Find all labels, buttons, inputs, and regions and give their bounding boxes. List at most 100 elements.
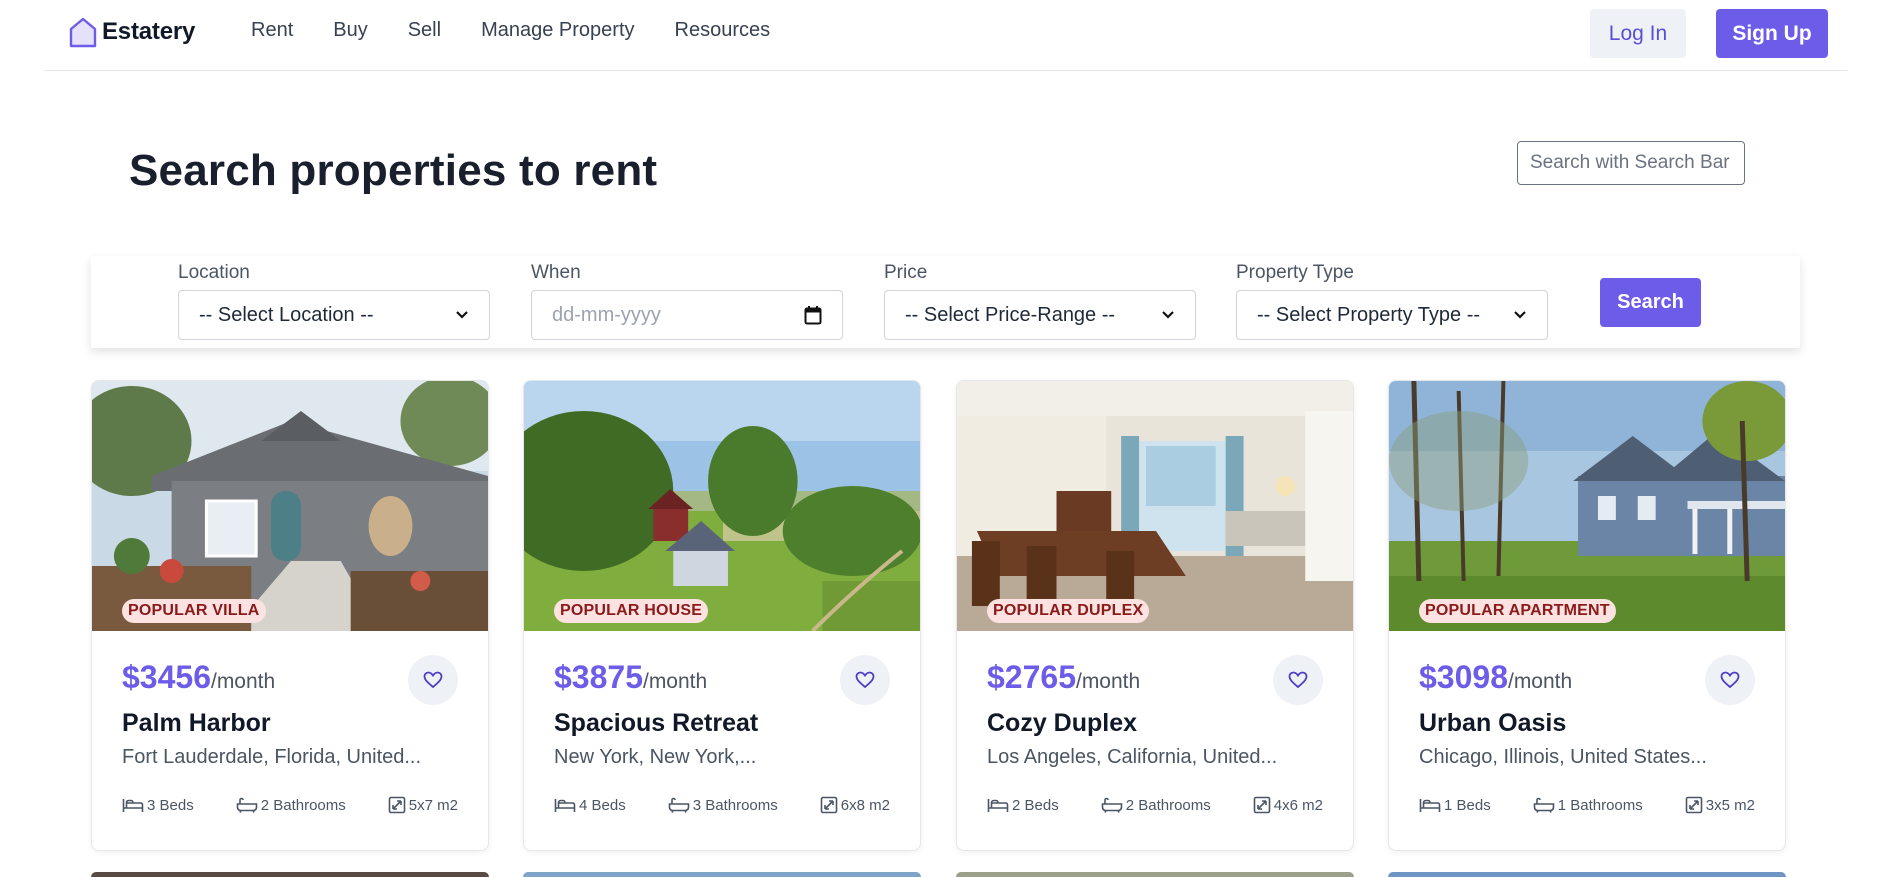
property-photo[interactable] — [524, 381, 920, 631]
calendar-icon[interactable] — [804, 305, 822, 325]
heart-icon — [1720, 671, 1740, 689]
baths-count: 2 Bathrooms — [1125, 796, 1211, 814]
bed-icon — [987, 799, 1009, 812]
property-features: 4 Beds 3 Bathrooms 6x8 m2 — [554, 796, 890, 814]
property-type-select[interactable]: -- Select Property Type -- — [1236, 290, 1548, 340]
property-features: 2 Beds 2 Bathrooms 4x6 m2 — [987, 796, 1323, 814]
property-features: 3 Beds 2 Bathrooms 5x7 m2 — [122, 796, 458, 814]
property-card[interactable]: POPULAR VILLA $3456/month Palm Harbor Fo… — [91, 380, 489, 851]
nav-link-manage-property[interactable]: Manage Property — [481, 19, 634, 42]
nav-link-sell[interactable]: Sell — [408, 19, 441, 42]
property-location: New York, New York,... — [554, 746, 757, 768]
property-photo[interactable] — [1389, 381, 1785, 631]
property-name[interactable]: Cozy Duplex — [987, 709, 1137, 738]
top-navbar: Estatery Rent Buy Sell Manage Property R… — [44, 0, 1847, 71]
location-filter: Location -- Select Location -- — [178, 262, 490, 340]
property-card[interactable]: POPULAR HOUSE $3875/month Spacious Retre… — [523, 380, 921, 851]
price-unit: /month — [642, 670, 708, 693]
location-label: Location — [178, 262, 250, 283]
area-feature: 5x7 m2 — [388, 796, 458, 814]
login-button[interactable]: Log In — [1590, 9, 1686, 58]
area-icon — [388, 796, 406, 814]
property-price: $3875/month — [554, 659, 707, 696]
beds-count: 1 Beds — [1444, 796, 1491, 814]
beds-feature: 2 Beds — [987, 796, 1059, 814]
price-label: Price — [884, 262, 928, 283]
baths-feature: 2 Bathrooms — [236, 796, 346, 814]
location-select[interactable]: -- Select Location -- — [178, 290, 490, 340]
property-price: $3098/month — [1419, 659, 1572, 696]
property-badge: POPULAR HOUSE — [554, 599, 709, 623]
when-label: When — [531, 262, 581, 283]
search-input[interactable] — [1517, 141, 1745, 185]
price-select-value: -- Select Price-Range -- — [905, 303, 1116, 326]
nav-link-rent[interactable]: Rent — [251, 19, 293, 42]
brand-logo[interactable]: Estatery — [68, 16, 195, 48]
heart-icon — [1288, 671, 1308, 689]
price-select[interactable]: -- Select Price-Range -- — [884, 290, 1196, 340]
baths-feature: 1 Bathrooms — [1533, 796, 1643, 814]
beds-count: 4 Beds — [579, 796, 626, 814]
chevron-down-icon — [1162, 311, 1174, 319]
area-size: 6x8 m2 — [840, 796, 890, 814]
bed-icon — [554, 799, 576, 812]
property-card[interactable]: POPULAR APARTMENT $3098/month Urban Oasi… — [1388, 380, 1786, 851]
property-name[interactable]: Palm Harbor — [122, 709, 271, 738]
search-button[interactable]: Search — [1600, 278, 1701, 327]
baths-count: 2 Bathrooms — [260, 796, 346, 814]
property-badge: POPULAR VILLA — [122, 599, 266, 623]
area-icon — [820, 796, 838, 814]
property-name[interactable]: Spacious Retreat — [554, 709, 758, 738]
property-type-label: Property Type — [1236, 262, 1354, 283]
nav-link-buy[interactable]: Buy — [333, 19, 367, 42]
heart-icon — [855, 671, 875, 689]
property-price: $2765/month — [987, 659, 1140, 696]
nav-link-resources[interactable]: Resources — [675, 19, 771, 42]
property-photo[interactable] — [957, 381, 1353, 631]
bed-icon — [122, 799, 144, 812]
property-location: Los Angeles, California, United... — [987, 746, 1278, 768]
next-row-card-peek — [1388, 872, 1786, 877]
favorite-button[interactable] — [408, 655, 458, 705]
when-filter: When dd-mm-yyyy — [531, 262, 843, 340]
property-card[interactable]: POPULAR DUPLEX $2765/month Cozy Duplex L… — [956, 380, 1354, 851]
bathtub-icon — [1533, 797, 1555, 813]
area-icon — [1253, 796, 1271, 814]
price-amount: $2765 — [987, 659, 1076, 695]
favorite-button[interactable] — [1705, 655, 1755, 705]
price-filter: Price -- Select Price-Range -- — [884, 262, 1196, 340]
bathtub-icon — [1101, 797, 1123, 813]
property-badge: POPULAR APARTMENT — [1419, 599, 1616, 623]
property-location: Fort Lauderdale, Florida, United... — [122, 746, 422, 768]
baths-feature: 3 Bathrooms — [668, 796, 778, 814]
bed-icon — [1419, 799, 1441, 812]
area-size: 3x5 m2 — [1705, 796, 1755, 814]
nav-links: Rent Buy Sell Manage Property Resources — [251, 19, 810, 42]
chevron-down-icon — [456, 311, 468, 319]
signup-button[interactable]: Sign Up — [1716, 9, 1828, 58]
favorite-button[interactable] — [1273, 655, 1323, 705]
property-badge: POPULAR DUPLEX — [987, 599, 1150, 623]
bathtub-icon — [236, 797, 258, 813]
favorite-button[interactable] — [840, 655, 890, 705]
price-amount: $3456 — [122, 659, 211, 695]
page-title: Search properties to rent — [129, 146, 658, 195]
price-amount: $3098 — [1419, 659, 1508, 695]
area-feature: 6x8 m2 — [820, 796, 890, 814]
next-row-card-peek — [956, 872, 1354, 877]
beds-count: 3 Beds — [147, 796, 194, 814]
property-price: $3456/month — [122, 659, 275, 696]
date-input[interactable]: dd-mm-yyyy — [531, 290, 843, 340]
bathtub-icon — [668, 797, 690, 813]
price-unit: /month — [1075, 670, 1141, 693]
property-photo[interactable] — [92, 381, 488, 631]
beds-count: 2 Beds — [1012, 796, 1059, 814]
property-features: 1 Beds 1 Bathrooms 3x5 m2 — [1419, 796, 1755, 814]
house-outline-icon — [69, 17, 97, 48]
property-name[interactable]: Urban Oasis — [1419, 709, 1566, 738]
baths-count: 3 Bathrooms — [692, 796, 778, 814]
heart-icon — [423, 671, 443, 689]
area-size: 5x7 m2 — [408, 796, 458, 814]
date-input-value: dd-mm-yyyy — [552, 303, 661, 326]
area-feature: 4x6 m2 — [1253, 796, 1323, 814]
